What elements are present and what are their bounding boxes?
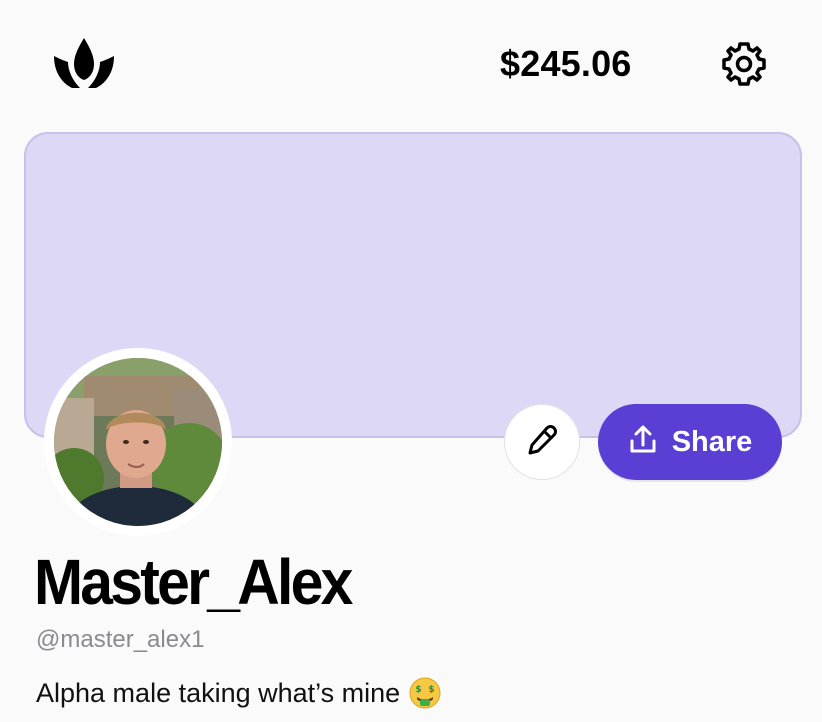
bio-text: Alpha male taking what’s mine [36,678,401,708]
profile-bio: Alpha male taking what’s mine $ $ [36,676,442,710]
pencil-icon [525,423,559,462]
upload-icon [628,425,658,460]
share-button[interactable]: Share [598,404,782,480]
crown-icon[interactable] [50,36,118,92]
money-mouth-face-icon: $ $ [408,676,442,710]
edit-profile-button[interactable] [504,404,580,480]
share-button-label: Share [671,425,753,458]
svg-text:$: $ [429,685,435,695]
user-handle: @master_alex1 [36,626,205,653]
svg-text:$: $ [416,685,422,695]
avatar[interactable] [54,358,222,526]
wallet-balance[interactable]: $245.06 [500,42,632,86]
gear-icon[interactable] [720,40,768,88]
profile-page: $245.06 Share Master_Alex @master_alex1 … [0,0,822,722]
display-name: Master_Alex [34,546,353,618]
